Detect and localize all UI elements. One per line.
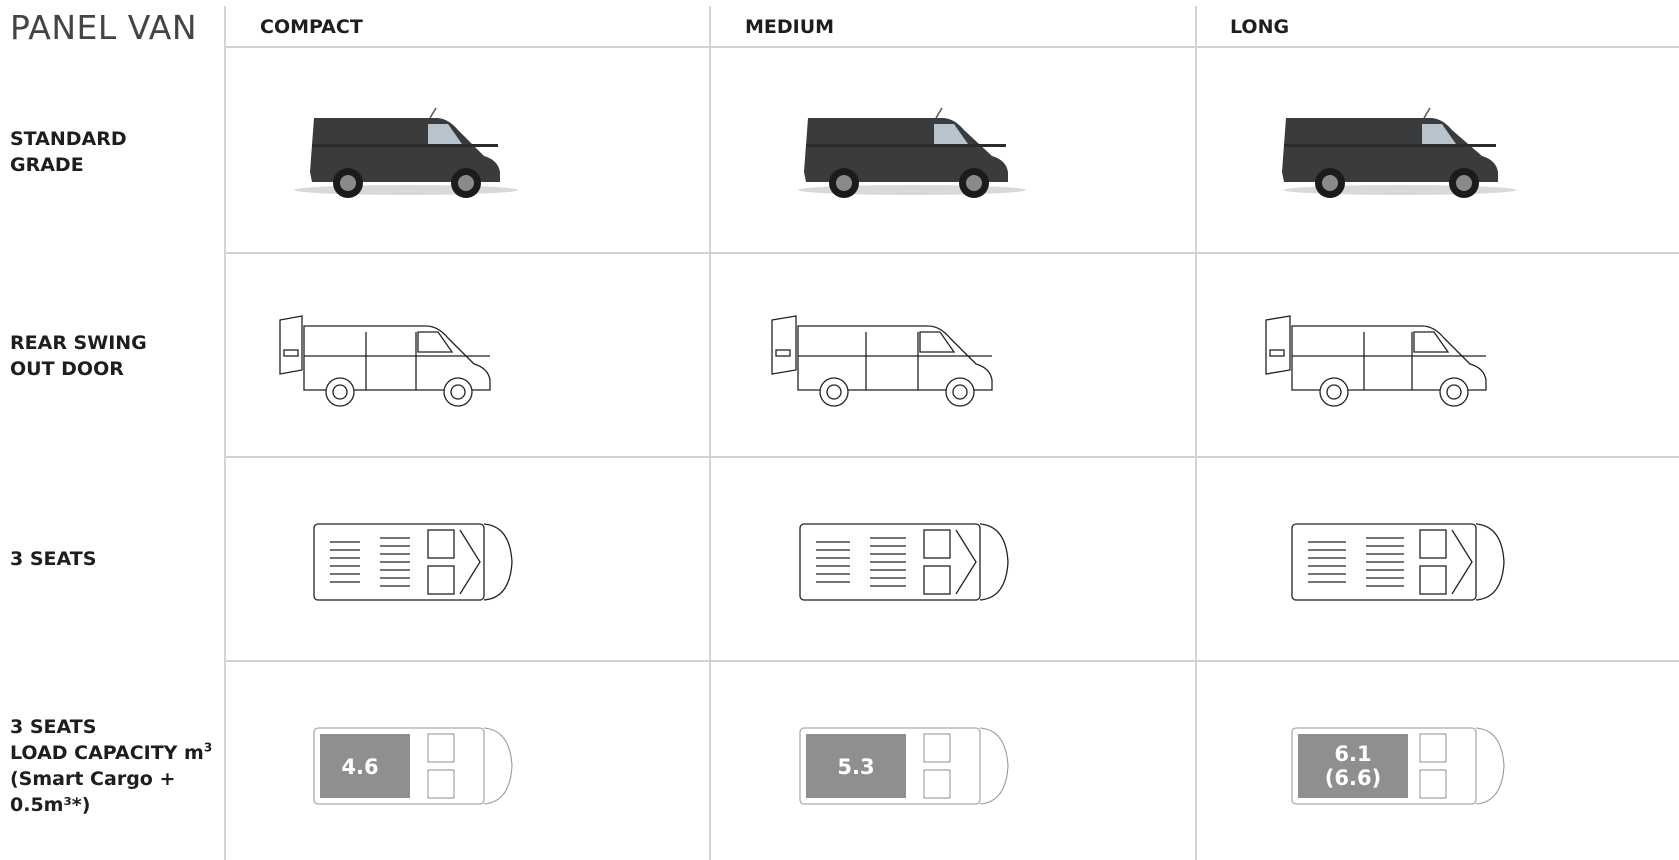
row-label-line: REAR SWING: [10, 332, 147, 354]
row-label-line: OUT DOOR: [10, 358, 124, 380]
column-divider: [224, 6, 226, 860]
column-divider: [709, 6, 711, 860]
row-label-line: STANDARD: [10, 128, 127, 150]
row-label-line: 0.5m³*): [10, 794, 91, 816]
row-divider: [224, 252, 1679, 254]
row-divider: [224, 660, 1679, 662]
row-label-load-capacity: 3 SEATS LOAD CAPACITY m3 (Smart Cargo + …: [10, 714, 215, 818]
column-header-compact: COMPACT: [260, 16, 363, 38]
row-label-3-seats: 3 SEATS: [10, 546, 215, 572]
load-capacity-long: 6.1 (6.6): [1308, 742, 1398, 790]
van-drawing-rear-door-compact: [276, 306, 516, 416]
van-top-view-icon: [313, 523, 513, 601]
van-top-view-icon: [1291, 523, 1505, 601]
van-side-photo-icon: [1282, 107, 1516, 198]
van-side-photo-icon: [294, 107, 518, 198]
row-label-rear-swing-out-door: REAR SWING OUT DOOR: [10, 330, 215, 382]
van-side-photo-icon: [798, 107, 1026, 198]
column-header-long: LONG: [1230, 16, 1290, 38]
row-label-standard-grade: STANDARD GRADE: [10, 126, 215, 178]
superscript-three: 3: [203, 740, 213, 755]
row-label-line: LOAD CAPACITY m3: [10, 740, 215, 766]
load-capacity-long-value: 6.1: [1334, 742, 1372, 766]
van-top-view-medium: [794, 508, 1034, 618]
load-capacity-medium: 5.3: [837, 755, 875, 779]
row-divider: [224, 46, 1679, 48]
van-rear-door-open-icon: [771, 315, 993, 407]
van-rear-door-open-icon: [279, 315, 491, 407]
row-label-line: GRADE: [10, 154, 84, 176]
van-top-view-icon: [799, 523, 1009, 601]
load-capacity-compact: 4.6: [341, 755, 379, 779]
row-divider: [224, 456, 1679, 458]
van-photo-medium: [792, 100, 1032, 210]
van-top-view-long: [1288, 508, 1528, 618]
column-header-medium: MEDIUM: [745, 16, 835, 38]
van-photo-compact: [286, 100, 526, 210]
column-divider: [1195, 6, 1197, 860]
van-photo-long: [1280, 100, 1520, 210]
van-top-view-compact: [300, 508, 540, 618]
van-drawing-rear-door-medium: [770, 306, 1010, 416]
load-capacity-long-smart-cargo: (6.6): [1324, 766, 1382, 790]
van-rear-door-open-icon: [1265, 315, 1487, 407]
row-label-line: 3 SEATS: [10, 716, 97, 738]
row-label-line: 3 SEATS: [10, 548, 97, 570]
row-label-line: (Smart Cargo +: [10, 768, 176, 790]
table-title: PANEL VAN: [10, 8, 197, 47]
load-capacity-unit-text: LOAD CAPACITY m: [10, 742, 204, 764]
van-drawing-rear-door-long: [1264, 306, 1504, 416]
